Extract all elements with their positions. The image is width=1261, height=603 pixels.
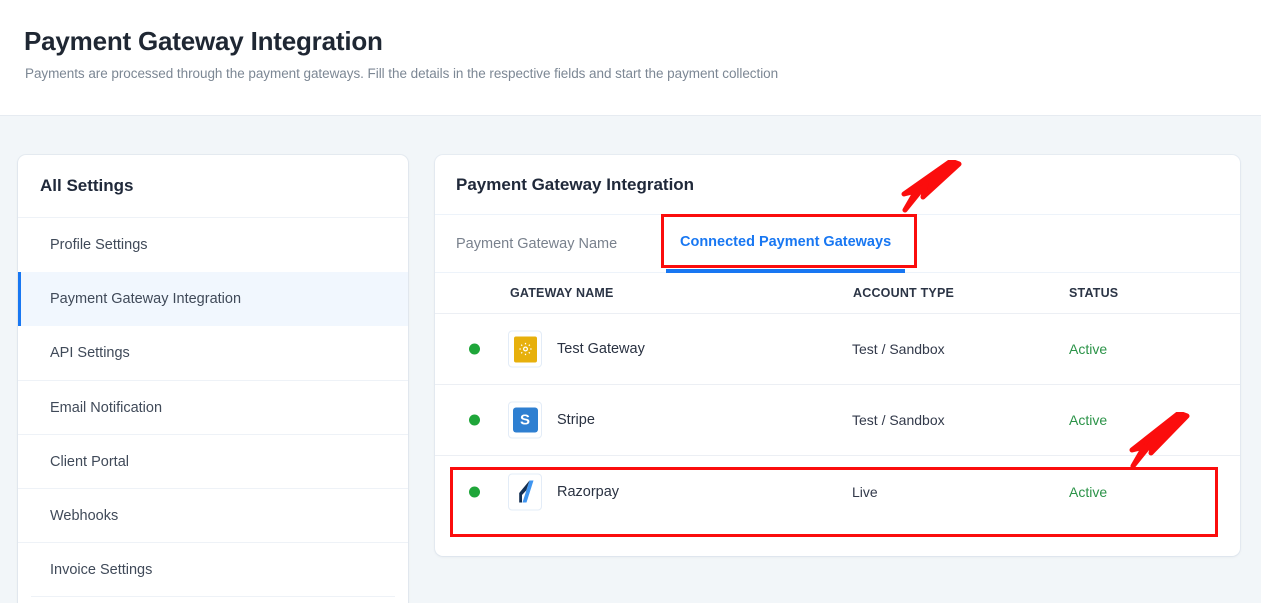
- gateway-logo: [508, 330, 542, 368]
- status-badge: Active: [1069, 412, 1108, 428]
- gear-icon: [513, 336, 537, 362]
- sidebar-item-webhooks[interactable]: Webhooks: [18, 488, 408, 542]
- gateway-logo: [508, 473, 542, 510]
- table-row[interactable]: Test Gateway Test / Sandbox Active: [435, 314, 1240, 385]
- tab-payment-gateway-name[interactable]: Payment Gateway Name: [456, 215, 617, 273]
- sidebar-item-label: Webhooks: [50, 507, 119, 524]
- status-dot-icon: [469, 343, 480, 355]
- stripe-icon: S: [512, 407, 538, 433]
- status-dot-icon: [469, 486, 480, 497]
- sidebar-item-email-notification[interactable]: Email Notification: [18, 380, 408, 434]
- gateway-name: Test Gateway: [557, 341, 645, 357]
- status-dot-icon: [469, 414, 480, 426]
- account-type: Live: [852, 483, 878, 500]
- sidebar-item-label: Payment Gateway Integration: [50, 291, 242, 307]
- tab-bar: Payment Gateway Name Connected Payment G…: [435, 215, 1240, 273]
- all-settings-card: All Settings Profile Settings Payment Ga…: [18, 155, 408, 603]
- tab-label: Connected Payment Gateways: [680, 234, 892, 250]
- sidebar-divider: [31, 596, 395, 597]
- panel-title: Payment Gateway Integration: [456, 174, 695, 194]
- all-settings-header: All Settings: [18, 155, 408, 218]
- all-settings-title: All Settings: [40, 176, 134, 195]
- sidebar-item-client-portal[interactable]: Client Portal: [18, 434, 408, 488]
- page-title: Payment Gateway Integration: [24, 26, 383, 56]
- payment-gateway-card: Payment Gateway Integration Payment Gate…: [435, 155, 1240, 556]
- sidebar-item-label: Email Notification: [50, 399, 163, 416]
- razorpay-icon: [519, 480, 534, 503]
- page-header: Payment Gateway Integration Payments are…: [0, 0, 1261, 116]
- sidebar-item-payment-gateway-integration[interactable]: Payment Gateway Integration: [18, 272, 408, 326]
- payment-gateway-card-header: Payment Gateway Integration: [435, 155, 1240, 215]
- status-badge: Active: [1069, 341, 1108, 357]
- tab-label: Payment Gateway Name: [456, 236, 618, 252]
- tab-connected-payment-gateways[interactable]: Connected Payment Gateways: [666, 215, 906, 273]
- column-header-account-type: ACCOUNT TYPE: [853, 286, 955, 300]
- gateways-table: GATEWAY NAME ACCOUNT TYPE STATUS Test Ga…: [435, 274, 1240, 527]
- gateway-logo: S: [508, 401, 542, 439]
- sidebar-item-api-settings[interactable]: API Settings: [18, 326, 408, 380]
- table-header-row: GATEWAY NAME ACCOUNT TYPE STATUS: [435, 274, 1240, 314]
- sidebar-item-invoice-settings[interactable]: Invoice Settings: [18, 542, 408, 596]
- sidebar-item-label: API Settings: [50, 345, 130, 361]
- sidebar-item-profile-settings[interactable]: Profile Settings: [18, 218, 408, 272]
- account-type: Test / Sandbox: [852, 412, 945, 428]
- sidebar-item-label: Client Portal: [50, 453, 129, 470]
- column-header-status: STATUS: [1069, 286, 1119, 300]
- account-type: Test / Sandbox: [852, 341, 945, 357]
- table-row[interactable]: Razorpay Live Active: [435, 456, 1240, 527]
- table-row[interactable]: S Stripe Test / Sandbox Active: [435, 385, 1240, 456]
- gateway-name: Razorpay: [557, 483, 620, 500]
- column-header-gateway-name: GATEWAY NAME: [510, 286, 614, 300]
- page-subtitle: Payments are processed through the payme…: [25, 66, 779, 81]
- sidebar-item-label: Invoice Settings: [50, 561, 153, 578]
- status-badge: Active: [1069, 483, 1108, 500]
- sidebar-item-label: Profile Settings: [50, 237, 148, 253]
- app-page: Payment Gateway Integration Payments are…: [0, 0, 1261, 603]
- gateway-name: Stripe: [557, 412, 595, 428]
